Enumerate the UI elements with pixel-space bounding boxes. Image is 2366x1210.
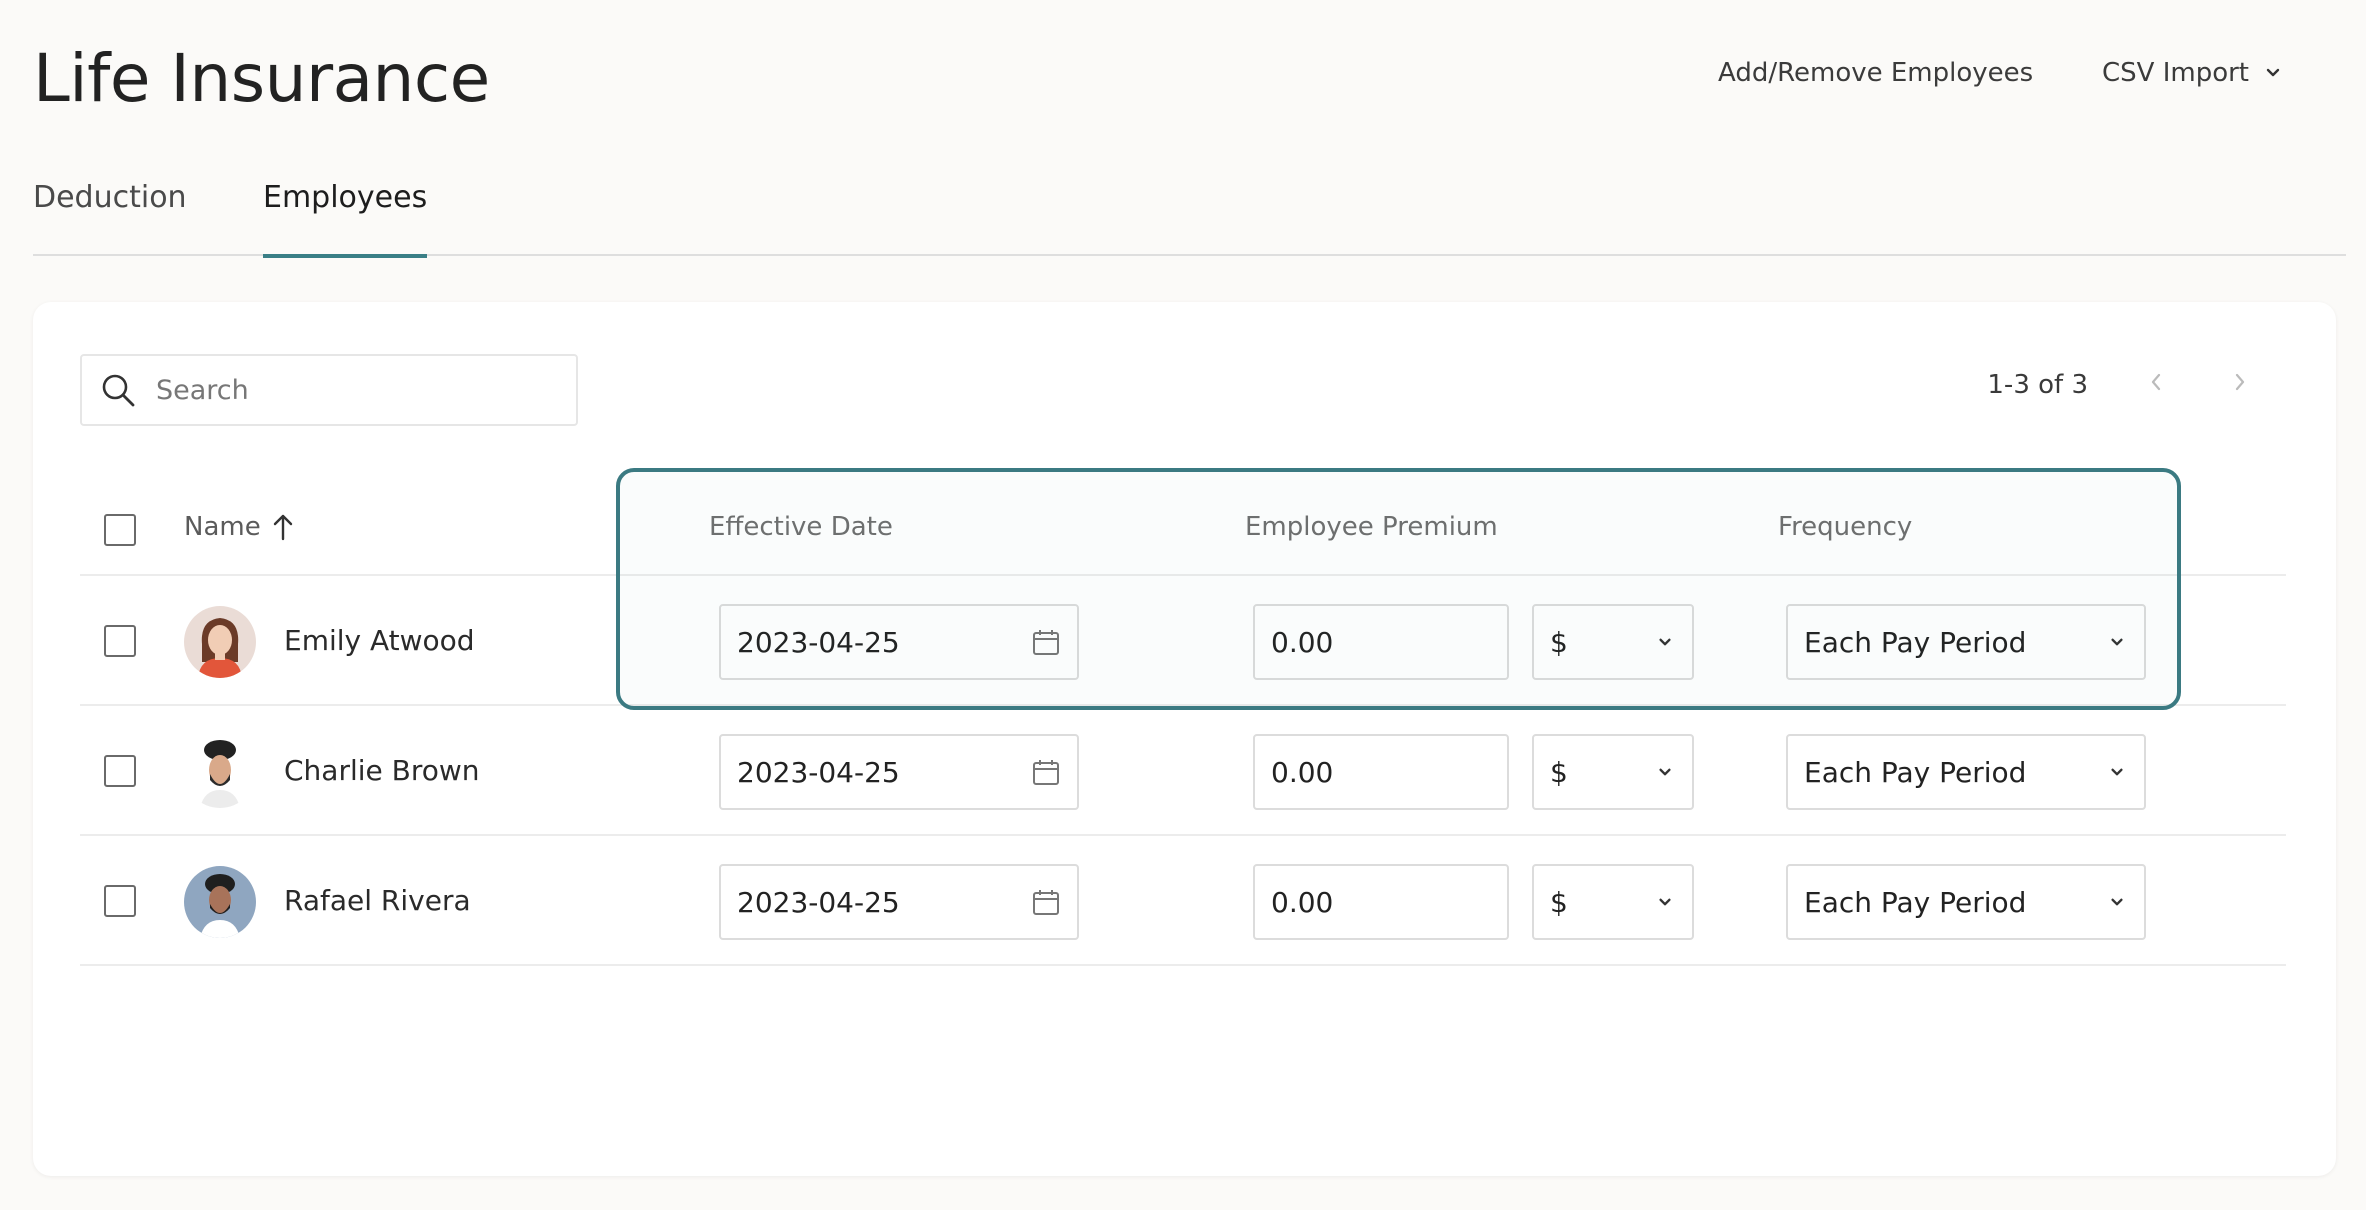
tab-employees[interactable]: Employees (263, 180, 428, 258)
row-checkbox[interactable] (104, 885, 136, 917)
frequency-select[interactable]: Each Pay Period (1786, 604, 2146, 680)
premium-unit-select[interactable]: $ (1532, 864, 1694, 940)
table-row: Emily Atwood 2023-04-25 0.00 $ Each Pay … (80, 576, 2286, 706)
sort-ascending-icon (273, 514, 292, 541)
calendar-icon[interactable] (1031, 627, 1061, 657)
premium-unit-select[interactable]: $ (1532, 734, 1694, 810)
chevron-down-icon (2111, 638, 2123, 646)
chevron-down-icon (1659, 638, 1671, 646)
next-page-button[interactable] (2224, 368, 2256, 401)
column-header-name-label: Name (184, 512, 261, 542)
tab-bar: Deduction Employees (33, 180, 2346, 258)
previous-page-button[interactable] (2140, 368, 2172, 401)
premium-amount-input[interactable]: 0.00 (1253, 864, 1509, 940)
frequency-select[interactable]: Each Pay Period (1786, 734, 2146, 810)
effective-date-input[interactable]: 2023-04-25 (719, 734, 1079, 810)
chevron-down-icon (2111, 768, 2123, 776)
avatar (184, 606, 256, 678)
search-box[interactable] (80, 354, 578, 426)
chevron-down-icon (2111, 898, 2123, 906)
column-header-frequency: Frequency (1778, 512, 1913, 542)
premium-unit-select[interactable]: $ (1532, 604, 1694, 680)
column-header-effective-date: Effective Date (709, 512, 893, 542)
premium-unit-value: $ (1550, 885, 1568, 919)
header-actions: Add/Remove Employees CSV Import (0, 58, 2366, 98)
effective-date-value: 2023-04-25 (737, 885, 900, 919)
row-checkbox[interactable] (104, 755, 136, 787)
chevron-down-icon (1659, 768, 1671, 776)
select-all-checkbox[interactable] (104, 514, 136, 546)
employee-name: Emily Atwood (284, 624, 475, 657)
premium-amount-input[interactable]: 0.00 (1253, 604, 1509, 680)
frequency-value: Each Pay Period (1804, 625, 2027, 659)
employees-card: 1-3 of 3 Name Effective Date Employee Pr… (33, 302, 2336, 1176)
search-input[interactable] (156, 374, 556, 406)
row-checkbox[interactable] (104, 625, 136, 657)
effective-date-input[interactable]: 2023-04-25 (719, 864, 1079, 940)
table-row: Rafael Rivera 2023-04-25 0.00 $ Each Pay… (80, 836, 2286, 966)
table-header-row: Name Effective Date Employee Premium Fre… (80, 482, 2286, 576)
search-icon (102, 374, 135, 407)
frequency-value: Each Pay Period (1804, 885, 2027, 919)
frequency-value: Each Pay Period (1804, 755, 2027, 789)
table-row: Charlie Brown 2023-04-25 0.00 $ Each Pay… (80, 706, 2286, 836)
premium-unit-value: $ (1550, 625, 1568, 659)
chevron-down-icon (1659, 898, 1671, 906)
chevron-left-icon (2151, 373, 2161, 391)
avatar (184, 736, 256, 808)
add-remove-employees-button[interactable]: Add/Remove Employees (1718, 58, 2033, 88)
effective-date-value: 2023-04-25 (737, 625, 900, 659)
csv-import-label: CSV Import (2102, 58, 2249, 88)
page-count: 1-3 of 3 (1987, 369, 2088, 400)
effective-date-input[interactable]: 2023-04-25 (719, 604, 1079, 680)
frequency-select[interactable]: Each Pay Period (1786, 864, 2146, 940)
column-header-name[interactable]: Name (184, 512, 295, 542)
csv-import-button[interactable]: CSV Import (2102, 58, 2283, 88)
effective-date-value: 2023-04-25 (737, 755, 900, 789)
premium-amount-input[interactable]: 0.00 (1253, 734, 1509, 810)
chevron-right-icon (2235, 373, 2245, 391)
employee-name: Charlie Brown (284, 754, 480, 787)
employee-name: Rafael Rivera (284, 884, 471, 917)
pagination: 1-3 of 3 (1987, 368, 2256, 401)
calendar-icon[interactable] (1031, 887, 1061, 917)
tab-deduction[interactable]: Deduction (33, 180, 187, 256)
column-header-employee-premium: Employee Premium (1245, 512, 1498, 542)
calendar-icon[interactable] (1031, 757, 1061, 787)
chevron-down-icon (2266, 68, 2280, 77)
premium-unit-value: $ (1550, 755, 1568, 789)
avatar (184, 866, 256, 938)
